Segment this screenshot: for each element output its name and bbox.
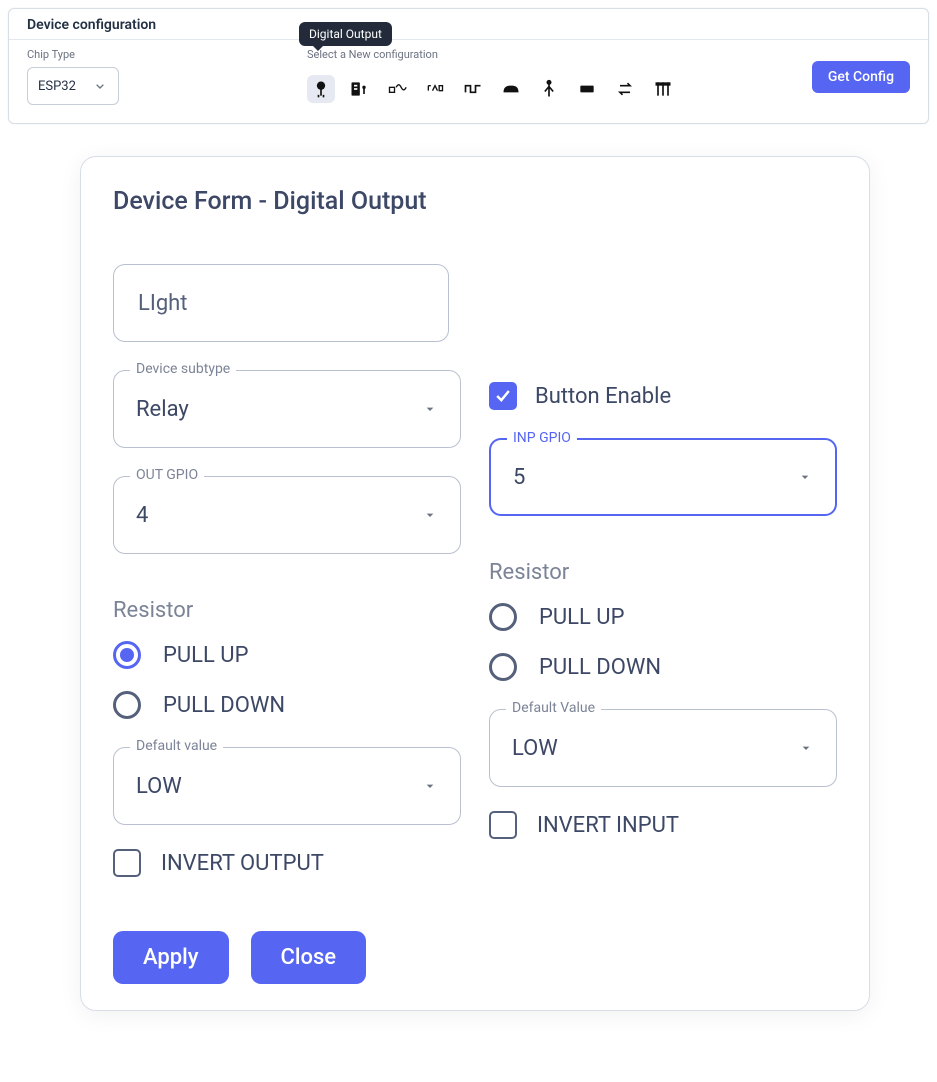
out-gpio-value: 4 — [136, 503, 148, 528]
chevron-down-icon — [92, 78, 108, 94]
device-subtype-select[interactable]: Device subtype Relay — [113, 370, 461, 448]
checkbox-icon — [113, 849, 141, 877]
close-button[interactable]: Close — [251, 931, 367, 984]
swap-icon[interactable] — [611, 75, 639, 103]
device-form-modal: Device Form - Digital Output Device subt… — [80, 156, 870, 1011]
out-resistor-header: Resistor — [113, 598, 461, 623]
device-config-panel: Device configuration Chip Type ESP32 Dig… — [8, 8, 929, 124]
device-subtype-value: Relay — [136, 397, 189, 422]
out-pull-down-radio[interactable]: PULL DOWN — [113, 691, 461, 719]
panel-title: Device configuration — [27, 17, 910, 33]
inp-gpio-select[interactable]: INP GPIO 5 — [489, 438, 837, 516]
config-icon-row — [307, 75, 792, 103]
tooltip: Digital Output — [299, 22, 392, 46]
chevron-down-icon — [422, 401, 438, 417]
digital-output-icon[interactable] — [307, 75, 335, 103]
chip-type-value: ESP32 — [38, 79, 76, 94]
chip-type-label: Chip Type — [27, 48, 287, 61]
checkbox-icon — [489, 811, 517, 839]
invert-output-checkbox[interactable]: INVERT OUTPUT — [113, 849, 461, 877]
inp-default-value-select[interactable]: Default Value LOW — [489, 709, 837, 787]
inp-pull-up-radio[interactable]: PULL UP — [489, 603, 837, 631]
fork-icon[interactable] — [535, 75, 563, 103]
divider — [9, 39, 928, 40]
interface-icon[interactable] — [345, 75, 373, 103]
inp-default-value-label: Default Value — [506, 700, 601, 716]
uart-icon[interactable] — [421, 75, 449, 103]
new-config-label: Select a New configuration — [307, 48, 792, 61]
apply-button[interactable]: Apply — [113, 931, 229, 984]
invert-input-checkbox[interactable]: INVERT INPUT — [489, 811, 837, 839]
header-pins-icon[interactable] — [649, 75, 677, 103]
inp-resistor-header: Resistor — [489, 560, 837, 585]
inp-gpio-label: INP GPIO — [507, 430, 577, 446]
chevron-down-icon — [798, 740, 814, 756]
checkbox-checked-icon — [489, 382, 517, 410]
out-gpio-select[interactable]: OUT GPIO 4 — [113, 476, 461, 554]
out-pull-up-radio[interactable]: PULL UP — [113, 641, 461, 669]
device-subtype-label: Device subtype — [130, 361, 236, 377]
button-enable-checkbox[interactable]: Button Enable — [489, 382, 837, 410]
out-gpio-label: OUT GPIO — [130, 467, 204, 483]
square-wave-icon[interactable] — [459, 75, 487, 103]
out-default-value-label: Default value — [130, 738, 223, 754]
inp-default-value: LOW — [512, 736, 558, 761]
modal-title: Device Form - Digital Output — [113, 187, 837, 216]
chevron-down-icon — [797, 469, 813, 485]
chevron-down-icon — [422, 507, 438, 523]
chip-type-select[interactable]: ESP32 — [27, 67, 119, 105]
device-name-input[interactable] — [113, 264, 449, 342]
out-default-value-select[interactable]: Default value LOW — [113, 747, 461, 825]
inp-pull-down-radio[interactable]: PULL DOWN — [489, 653, 837, 681]
curve-icon[interactable] — [497, 75, 525, 103]
chevron-down-icon — [422, 778, 438, 794]
get-config-button[interactable]: Get Config — [812, 61, 910, 93]
bus-icon[interactable] — [573, 75, 601, 103]
inp-gpio-value: 5 — [513, 465, 525, 490]
out-default-value: LOW — [136, 774, 182, 799]
analog-in-icon[interactable] — [383, 75, 411, 103]
